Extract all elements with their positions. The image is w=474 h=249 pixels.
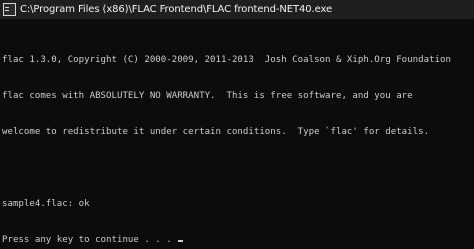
- console-app-icon[interactable]: [3, 3, 16, 16]
- console-line-copyright: flac 1.3.0, Copyright (C) 2000-2009, 201…: [2, 55, 451, 65]
- console-window: C:\Program Files (x86)\FLAC Frontend\FLA…: [0, 0, 474, 249]
- console-line-prompt: Press any key to continue . . .: [2, 234, 472, 246]
- prompt-text: Press any key to continue . . .: [2, 235, 178, 245]
- console-line-warranty: flac comes with ABSOLUTELY NO WARRANTY. …: [2, 91, 413, 101]
- console-output[interactable]: flac 1.3.0, Copyright (C) 2000-2009, 201…: [2, 30, 472, 249]
- text-cursor: [178, 240, 184, 242]
- icon-prompt: [5, 7, 9, 8]
- console-line-blank: [2, 162, 472, 174]
- console-line-redistribute: welcome to redistribute it under certain…: [2, 127, 430, 137]
- window-title: C:\Program Files (x86)\FLAC Frontend\FLA…: [20, 4, 333, 15]
- icon-frame: [3, 3, 16, 16]
- title-bar[interactable]: C:\Program Files (x86)\FLAC Frontend\FLA…: [0, 0, 474, 19]
- console-line-result: sample4.flac: ok: [2, 199, 90, 209]
